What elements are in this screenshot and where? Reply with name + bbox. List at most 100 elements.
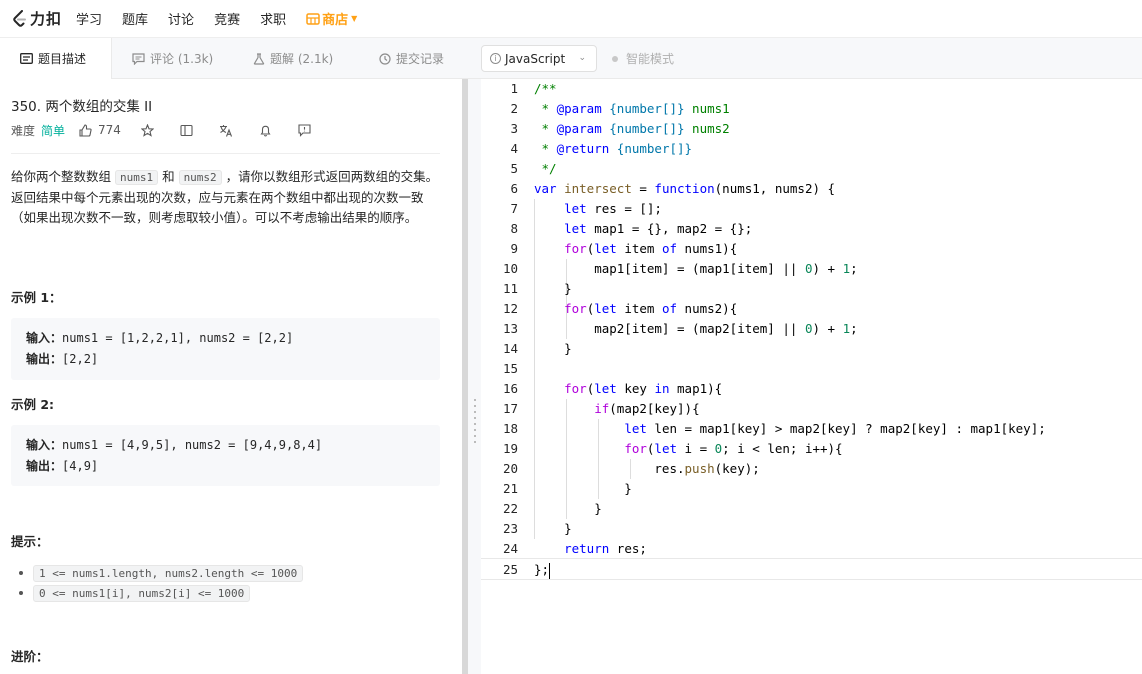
example2-output: [4,9] bbox=[62, 459, 99, 473]
code-text: } bbox=[534, 521, 572, 536]
like-button[interactable]: 774 bbox=[79, 123, 121, 137]
smart-mode-toggle[interactable]: 智能模式 bbox=[612, 38, 674, 79]
line-number: 5 bbox=[510, 161, 518, 176]
line-number: 12 bbox=[502, 301, 518, 316]
star-icon[interactable] bbox=[140, 123, 154, 137]
line-number: 20 bbox=[502, 461, 518, 476]
inline-code-nums2: nums2 bbox=[178, 170, 222, 185]
code-text: return res; bbox=[564, 541, 647, 556]
code-line: 5 */ bbox=[481, 159, 1142, 179]
clock-icon bbox=[379, 52, 391, 65]
code-text: } bbox=[534, 501, 602, 516]
code-line: 17 if(map2[key]){ bbox=[481, 399, 1142, 419]
thumbs-up-icon bbox=[79, 123, 92, 137]
line-number: 2 bbox=[510, 101, 518, 116]
code-line: 23 } bbox=[481, 519, 1142, 539]
tab-description-label: 题目描述 bbox=[38, 52, 87, 66]
line-number: 19 bbox=[502, 441, 518, 456]
code-text: let len = map1[key] > map2[key] ? map2[k… bbox=[624, 421, 1046, 436]
code-editor[interactable]: 1 /** 2 * @param {number[]} nums1 3 * @pa… bbox=[481, 79, 1142, 674]
code-text: for(let i = 0; i < len; i++){ bbox=[624, 441, 843, 456]
code-text: } bbox=[534, 481, 632, 496]
nav-item-contest[interactable]: 竞赛 bbox=[214, 9, 240, 28]
status-dot-icon bbox=[612, 55, 618, 62]
example2-input: nums1 = [4,9,5], nums2 = [9,4,9,8,4] bbox=[62, 438, 323, 452]
shop-label: 商店 bbox=[322, 13, 349, 28]
example2-box: 输入：nums1 = [4,9,5], nums2 = [9,4,9,8,4] … bbox=[11, 425, 440, 486]
code-text: for(let item of nums1){ bbox=[564, 241, 738, 256]
tab-submissions-label: 提交记录 bbox=[396, 52, 445, 66]
translate-icon[interactable] bbox=[219, 124, 233, 137]
line-number: 22 bbox=[502, 501, 518, 516]
code-line: 16 for(let key in map1){ bbox=[481, 379, 1142, 399]
panel-splitter[interactable] bbox=[462, 79, 481, 674]
language-select[interactable]: i JavaScript ⌄ bbox=[481, 45, 597, 72]
code-line: 15 bbox=[481, 359, 1142, 379]
tab-description[interactable]: 题目描述 bbox=[0, 38, 112, 79]
logo[interactable]: 力扣 bbox=[12, 8, 62, 29]
example1-box: 输入：nums1 = [1,2,2,1], nums2 = [2,2] 输出：[… bbox=[11, 318, 440, 380]
code-line: 18 let len = map1[key] > map2[key] ? map… bbox=[481, 419, 1142, 439]
example-input-label: 输入： bbox=[26, 438, 63, 452]
difficulty-badge: 简单 bbox=[41, 123, 66, 138]
advanced-title: 进阶： bbox=[11, 649, 49, 664]
code-text: res.push(key); bbox=[534, 461, 760, 476]
comment-icon bbox=[132, 52, 145, 65]
hint-code: 0 <= nums1[i], nums2[i] <= 1000 bbox=[33, 584, 251, 602]
code-line: 24 return res; bbox=[481, 539, 1142, 559]
code-line: 3 * @param {number[]} nums2 bbox=[481, 119, 1142, 139]
code-line: 1 /** bbox=[481, 79, 1142, 99]
tab-solutions[interactable]: 题解 (2.1k) bbox=[253, 38, 333, 79]
line-number: 8 bbox=[510, 221, 518, 236]
code-text: map1[item] = (map1[item] || 0) + 1; bbox=[534, 261, 858, 276]
code-line: 20 res.push(key); bbox=[481, 459, 1142, 479]
line-number: 16 bbox=[502, 381, 518, 396]
example-output-label: 输出： bbox=[26, 459, 63, 473]
bell-icon[interactable] bbox=[259, 124, 272, 137]
top-nav: 力扣 学习 题库 讨论 竞赛 求职 商店 ▼ bbox=[0, 0, 1142, 38]
code-line: 22 } bbox=[481, 499, 1142, 519]
code-text: * @param {number[]} nums2 bbox=[534, 121, 730, 136]
code-line: 7 let res = []; bbox=[481, 199, 1142, 219]
description-text: 和 bbox=[158, 169, 179, 184]
language-select-value: JavaScript bbox=[505, 51, 566, 66]
problem-panel: 350. 两个数组的交集 II 难度 简单 774 给你两个整数数组 nums1… bbox=[0, 79, 462, 674]
shop-icon bbox=[306, 12, 320, 25]
nav-item-discuss[interactable]: 讨论 bbox=[168, 9, 194, 28]
code-line: 2 * @param {number[]} nums1 bbox=[481, 99, 1142, 119]
code-line: 6 var intersect = function(nums1, nums2) … bbox=[481, 179, 1142, 199]
line-number: 25 bbox=[502, 562, 518, 577]
example2-title: 示例 2: bbox=[11, 397, 55, 412]
nav-item-problems[interactable]: 题库 bbox=[122, 9, 148, 28]
line-number: 14 bbox=[502, 341, 518, 356]
tab-comments[interactable]: 评论 (1.3k) bbox=[132, 38, 213, 79]
tab-comments-label: 评论 (1.3k) bbox=[150, 52, 214, 66]
code-line: 11 } bbox=[481, 279, 1142, 299]
chevron-down-icon: ⌄ bbox=[578, 53, 586, 63]
smart-mode-label: 智能模式 bbox=[626, 52, 675, 66]
code-line: 10 map1[item] = (map1[item] || 0) + 1; bbox=[481, 259, 1142, 279]
code-text: for(let key in map1){ bbox=[564, 381, 723, 396]
code-text: if(map2[key]){ bbox=[594, 401, 700, 416]
code-text-last: }; bbox=[534, 562, 550, 577]
nav-item-jobs[interactable]: 求职 bbox=[260, 9, 286, 28]
tab-submissions[interactable]: 提交记录 bbox=[379, 38, 444, 79]
list-item: 0 <= nums1[i], nums2[i] <= 1000 bbox=[18, 583, 303, 603]
code-line: 13 map2[item] = (map2[item] || 0) + 1; bbox=[481, 319, 1142, 339]
nav-item-study[interactable]: 学习 bbox=[76, 9, 102, 28]
drag-handle-icon[interactable] bbox=[474, 399, 476, 443]
code-line: 9 for(let item of nums1){ bbox=[481, 239, 1142, 259]
scrollbar[interactable] bbox=[462, 79, 468, 674]
code-text: * @param {number[]} nums1 bbox=[534, 101, 730, 116]
feedback-icon[interactable] bbox=[298, 123, 311, 137]
problem-description: 给你两个整数数组 nums1 和 nums2 ，请你以数组形式返回两数组的交集。… bbox=[11, 167, 443, 228]
code-text: var intersect = function(nums1, nums2) { bbox=[534, 181, 836, 196]
code-text: let map1 = {}, map2 = {}; bbox=[564, 221, 753, 236]
description-icon bbox=[20, 53, 33, 64]
chevron-down-icon: ▼ bbox=[351, 14, 358, 23]
share-icon[interactable] bbox=[180, 124, 193, 137]
flask-icon bbox=[253, 52, 265, 65]
example1-title: 示例 1： bbox=[11, 290, 62, 305]
nav-item-shop[interactable]: 商店 ▼ bbox=[306, 9, 357, 28]
code-line-current: 25}; bbox=[481, 558, 1142, 580]
